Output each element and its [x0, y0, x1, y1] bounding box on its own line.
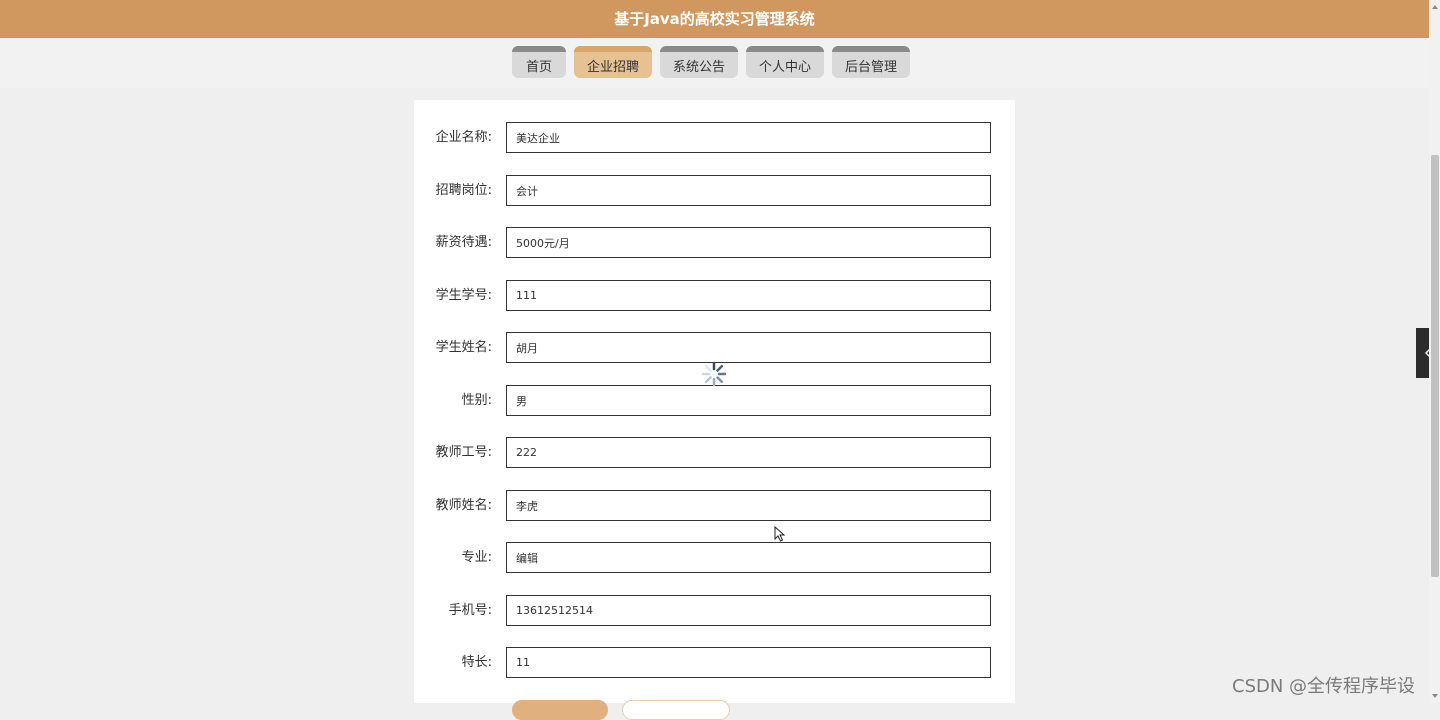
gender-label: 性别:: [461, 393, 492, 408]
form-row-teacher-name: 教师姓名:: [414, 490, 1015, 521]
salary-label: 薪资待遇:: [435, 235, 492, 250]
form-row-student-name: 学生姓名:: [414, 332, 1015, 363]
form-row-position: 招聘岗位:: [414, 175, 1015, 206]
student-id-field[interactable]: [506, 280, 991, 311]
phone-field[interactable]: [506, 595, 991, 626]
scroll-down-arrow-icon[interactable]: [1431, 692, 1439, 700]
specialty-label: 特长:: [461, 655, 492, 670]
student-id-label: 学生学号:: [435, 288, 492, 303]
nav-tab-label: 个人中心: [758, 59, 811, 75]
watermark-text: CSDN @全传程序毕设: [1232, 676, 1416, 697]
teacher-id-label: 教师工号:: [435, 445, 492, 460]
student-name-field[interactable]: [506, 332, 991, 363]
nav-tab-profile[interactable]: 个人中心: [746, 46, 824, 78]
nav-tab-admin[interactable]: 后台管理: [832, 46, 910, 78]
phone-label: 手机号:: [448, 603, 492, 618]
scroll-up-arrow-icon[interactable]: [1431, 3, 1439, 11]
teacher-name-field[interactable]: [506, 490, 991, 521]
reset-button[interactable]: [622, 700, 730, 720]
mouse-cursor-icon: [774, 526, 786, 542]
main-nav: 首页 企业招聘 系统公告 个人中心 后台管理: [0, 38, 1429, 88]
nav-tabs: 首页 企业招聘 系统公告 个人中心 后台管理: [512, 46, 918, 78]
nav-tab-home[interactable]: 首页: [512, 46, 566, 78]
gender-field[interactable]: [506, 385, 991, 416]
form-row-phone: 手机号:: [414, 595, 1015, 626]
teacher-id-field[interactable]: [506, 437, 991, 468]
form-row-specialty: 特长:: [414, 647, 1015, 678]
form-row-teacher-id: 教师工号:: [414, 437, 1015, 468]
nav-tab-label: 后台管理: [844, 59, 897, 75]
form-row-student-id: 学生学号:: [414, 280, 1015, 311]
salary-field[interactable]: [506, 227, 991, 258]
app-title: 基于Java的高校实习管理系统: [614, 10, 815, 28]
company-name-label: 企业名称:: [435, 130, 492, 145]
nav-tab-label: 企业招聘: [586, 59, 639, 75]
app-title-bar: 基于Java的高校实习管理系统: [0, 0, 1429, 38]
form-row-salary: 薪资待遇:: [414, 227, 1015, 258]
form-row-major: 专业:: [414, 542, 1015, 573]
position-label: 招聘岗位:: [435, 183, 492, 198]
student-name-label: 学生姓名:: [435, 340, 492, 355]
major-label: 专业:: [461, 550, 492, 565]
nav-tab-recruitment[interactable]: 企业招聘: [574, 46, 652, 78]
submit-button[interactable]: [512, 700, 608, 720]
specialty-field[interactable]: [506, 647, 991, 678]
nav-tab-label: 首页: [525, 59, 552, 75]
form-row-company: 企业名称:: [414, 122, 1015, 153]
nav-tab-announcements[interactable]: 系统公告: [660, 46, 738, 78]
scrollbar-thumb[interactable]: [1431, 155, 1439, 577]
position-field[interactable]: [506, 175, 991, 206]
nav-tab-label: 系统公告: [672, 59, 725, 75]
form-row-gender: 性别:: [414, 385, 1015, 416]
loading-spinner-icon: [701, 361, 727, 387]
major-field[interactable]: [506, 542, 991, 573]
recruitment-detail-form: 企业名称: 招聘岗位: 薪资待遇: 学生学号: 学生姓名: 性别: 教师工号: …: [414, 100, 1015, 720]
company-name-field[interactable]: [506, 122, 991, 153]
teacher-name-label: 教师姓名:: [435, 498, 492, 513]
